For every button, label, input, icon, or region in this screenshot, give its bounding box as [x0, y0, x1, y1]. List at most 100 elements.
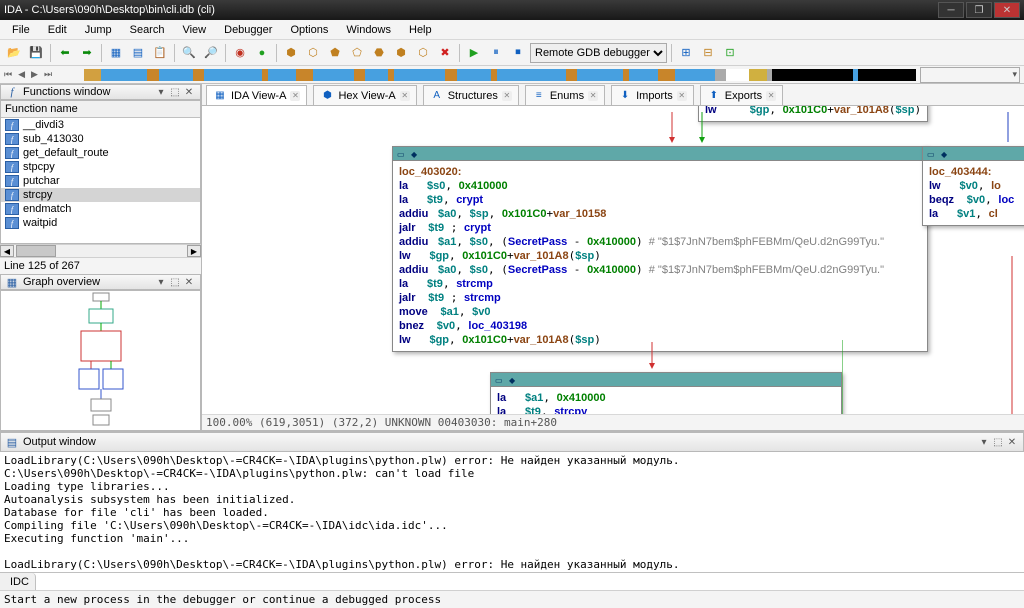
open-icon[interactable]: 📂	[4, 43, 24, 63]
function-row[interactable]: f__divdi3	[1, 118, 200, 132]
graph-node[interactable]: lw $gp, 0x101C0+var_101A8($sp)	[698, 106, 928, 122]
nav-first-icon[interactable]: ⏮	[4, 69, 12, 80]
tab-imports[interactable]: ⬇Imports✕	[611, 85, 694, 105]
forward-icon[interactable]: ➡	[77, 43, 97, 63]
tool-icon[interactable]: 📋	[150, 43, 170, 63]
graph-overview-header: ▦ Graph overview ▾ ⬚ ✕	[0, 274, 201, 290]
pause-icon[interactable]: ⏸	[486, 43, 506, 63]
menu-file[interactable]: File	[4, 22, 38, 38]
tab-close-icon[interactable]: ✕	[400, 91, 410, 101]
panel-menu-icon[interactable]: ▾	[154, 275, 168, 289]
save-icon[interactable]: 💾	[26, 43, 46, 63]
minimize-button[interactable]: ─	[938, 2, 964, 18]
window-icon[interactable]: ⊡	[720, 43, 740, 63]
node-breakpoint-icon[interactable]: ◆	[509, 376, 519, 384]
function-row[interactable]: fwaitpid	[1, 216, 200, 230]
menu-view[interactable]: View	[174, 22, 214, 38]
tab-ida-view-a[interactable]: ▦IDA View-A✕	[206, 85, 307, 105]
function-row[interactable]: fstrcpy	[1, 188, 200, 202]
search-text-icon[interactable]: 🔍	[179, 43, 199, 63]
panel-pin-icon[interactable]: ⬚	[168, 275, 182, 289]
tab-hex-view-a[interactable]: ⬢ Hex View-A ✕	[313, 85, 416, 105]
menu-debugger[interactable]: Debugger	[216, 22, 280, 38]
function-row[interactable]: fsub_413030	[1, 132, 200, 146]
tab-close-icon[interactable]: ✕	[502, 91, 512, 101]
nav-next-icon[interactable]: ▶	[31, 69, 38, 80]
tab-close-icon[interactable]: ✕	[290, 91, 300, 101]
functions-list[interactable]: Function name f__divdi3fsub_413030fget_d…	[0, 100, 201, 244]
close-button[interactable]: ✕	[994, 2, 1020, 18]
function-row[interactable]: fputchar	[1, 174, 200, 188]
graph-node-main[interactable]: ▭◆ loc_403020: la $s0, 0x410000 la $t9, …	[392, 146, 928, 352]
output-text[interactable]: LoadLibrary(C:\Users\090h\Desktop\-=CR4C…	[0, 452, 1024, 572]
panel-close-icon[interactable]: ✕	[1005, 435, 1019, 449]
tab-enums[interactable]: ≡Enums✕	[525, 85, 605, 105]
struct-icon[interactable]: ⬡	[413, 43, 433, 63]
hint-bar: Start a new process in the debugger or c…	[0, 590, 1024, 608]
menu-windows[interactable]: Windows	[338, 22, 399, 38]
panel-pin-icon[interactable]: ⬚	[991, 435, 1005, 449]
idc-input[interactable]	[36, 573, 1024, 590]
node-collapse-icon[interactable]: ▭	[927, 150, 937, 158]
node-collapse-icon[interactable]: ▭	[397, 150, 407, 158]
nav-zoom-combo[interactable]: ▾	[920, 67, 1020, 83]
function-name: waitpid	[23, 217, 57, 229]
run-icon[interactable]: ▶	[464, 43, 484, 63]
function-icon: f	[5, 161, 19, 173]
struct-icon[interactable]: ⬣	[369, 43, 389, 63]
graph-overview-canvas[interactable]	[0, 290, 201, 430]
menu-options[interactable]: Options	[282, 22, 336, 38]
graph-node-right[interactable]: ▭◆ loc_403444: lw $v0, lo beqz $v0, loc …	[922, 146, 1024, 226]
tab-icon: ▦	[213, 89, 227, 103]
panel-menu-icon[interactable]: ▾	[977, 435, 991, 449]
tag-icon[interactable]: ◉	[230, 43, 250, 63]
output-command-input: IDC	[0, 572, 1024, 590]
function-row[interactable]: fstpcpy	[1, 160, 200, 174]
tab-close-icon[interactable]: ✕	[677, 91, 687, 101]
node-breakpoint-icon[interactable]: ◆	[411, 150, 421, 158]
struct-icon[interactable]: ⬠	[347, 43, 367, 63]
tab-close-icon[interactable]: ✕	[766, 91, 776, 101]
stop-icon[interactable]: ⏹	[508, 43, 528, 63]
menu-search[interactable]: Search	[122, 22, 173, 38]
tab-exports[interactable]: ⬆Exports✕	[700, 85, 783, 105]
panel-menu-icon[interactable]: ▾	[154, 85, 168, 99]
panel-close-icon[interactable]: ✕	[182, 85, 196, 99]
functions-h-scrollbar[interactable]: ◀▶	[0, 244, 201, 257]
struct-icon[interactable]: ⬢	[391, 43, 411, 63]
mark-icon[interactable]: ●	[252, 43, 272, 63]
tab-structures[interactable]: AStructures✕	[423, 85, 519, 105]
struct-icon[interactable]: ⬢	[281, 43, 301, 63]
panel-close-icon[interactable]: ✕	[182, 275, 196, 289]
window-icon[interactable]: ⊞	[676, 43, 696, 63]
ida-view-canvas[interactable]: lw $gp, 0x101C0+var_101A8($sp) ▭◆ loc_40…	[202, 106, 1024, 430]
tool-icon[interactable]: ▦	[106, 43, 126, 63]
node-collapse-icon[interactable]: ▭	[495, 376, 505, 384]
nav-color-strip[interactable]	[84, 69, 916, 81]
struct-icon[interactable]: ⬟	[325, 43, 345, 63]
back-icon[interactable]: ⬅	[55, 43, 75, 63]
menu-edit[interactable]: Edit	[40, 22, 75, 38]
tab-close-icon[interactable]: ✕	[588, 91, 598, 101]
function-row[interactable]: fendmatch	[1, 202, 200, 216]
tab-icon: ⬢	[320, 89, 334, 103]
search-bin-icon[interactable]: 🔎	[201, 43, 221, 63]
function-row[interactable]: fget_default_route	[1, 146, 200, 160]
struct-icon[interactable]: ⬡	[303, 43, 323, 63]
node-breakpoint-icon[interactable]: ◆	[941, 150, 951, 158]
nav-last-icon[interactable]: ⏭	[44, 69, 52, 80]
function-name: stpcpy	[23, 161, 55, 173]
function-name: __divdi3	[23, 119, 64, 131]
delete-icon[interactable]: ✖	[435, 43, 455, 63]
output-panel: ▤ Output window ▾ ⬚ ✕ LoadLibrary(C:\Use…	[0, 430, 1024, 590]
functions-column-header[interactable]: Function name	[1, 101, 200, 118]
tool-icon[interactable]: ▤	[128, 43, 148, 63]
tab-label: Hex View-A	[338, 90, 395, 102]
maximize-button[interactable]: ❐	[966, 2, 992, 18]
nav-prev-icon[interactable]: ◀	[18, 69, 25, 80]
menu-help[interactable]: Help	[401, 22, 440, 38]
menu-jump[interactable]: Jump	[77, 22, 120, 38]
window-icon[interactable]: ⊟	[698, 43, 718, 63]
panel-pin-icon[interactable]: ⬚	[168, 85, 182, 99]
debugger-selector[interactable]: Remote GDB debugger	[530, 43, 667, 63]
